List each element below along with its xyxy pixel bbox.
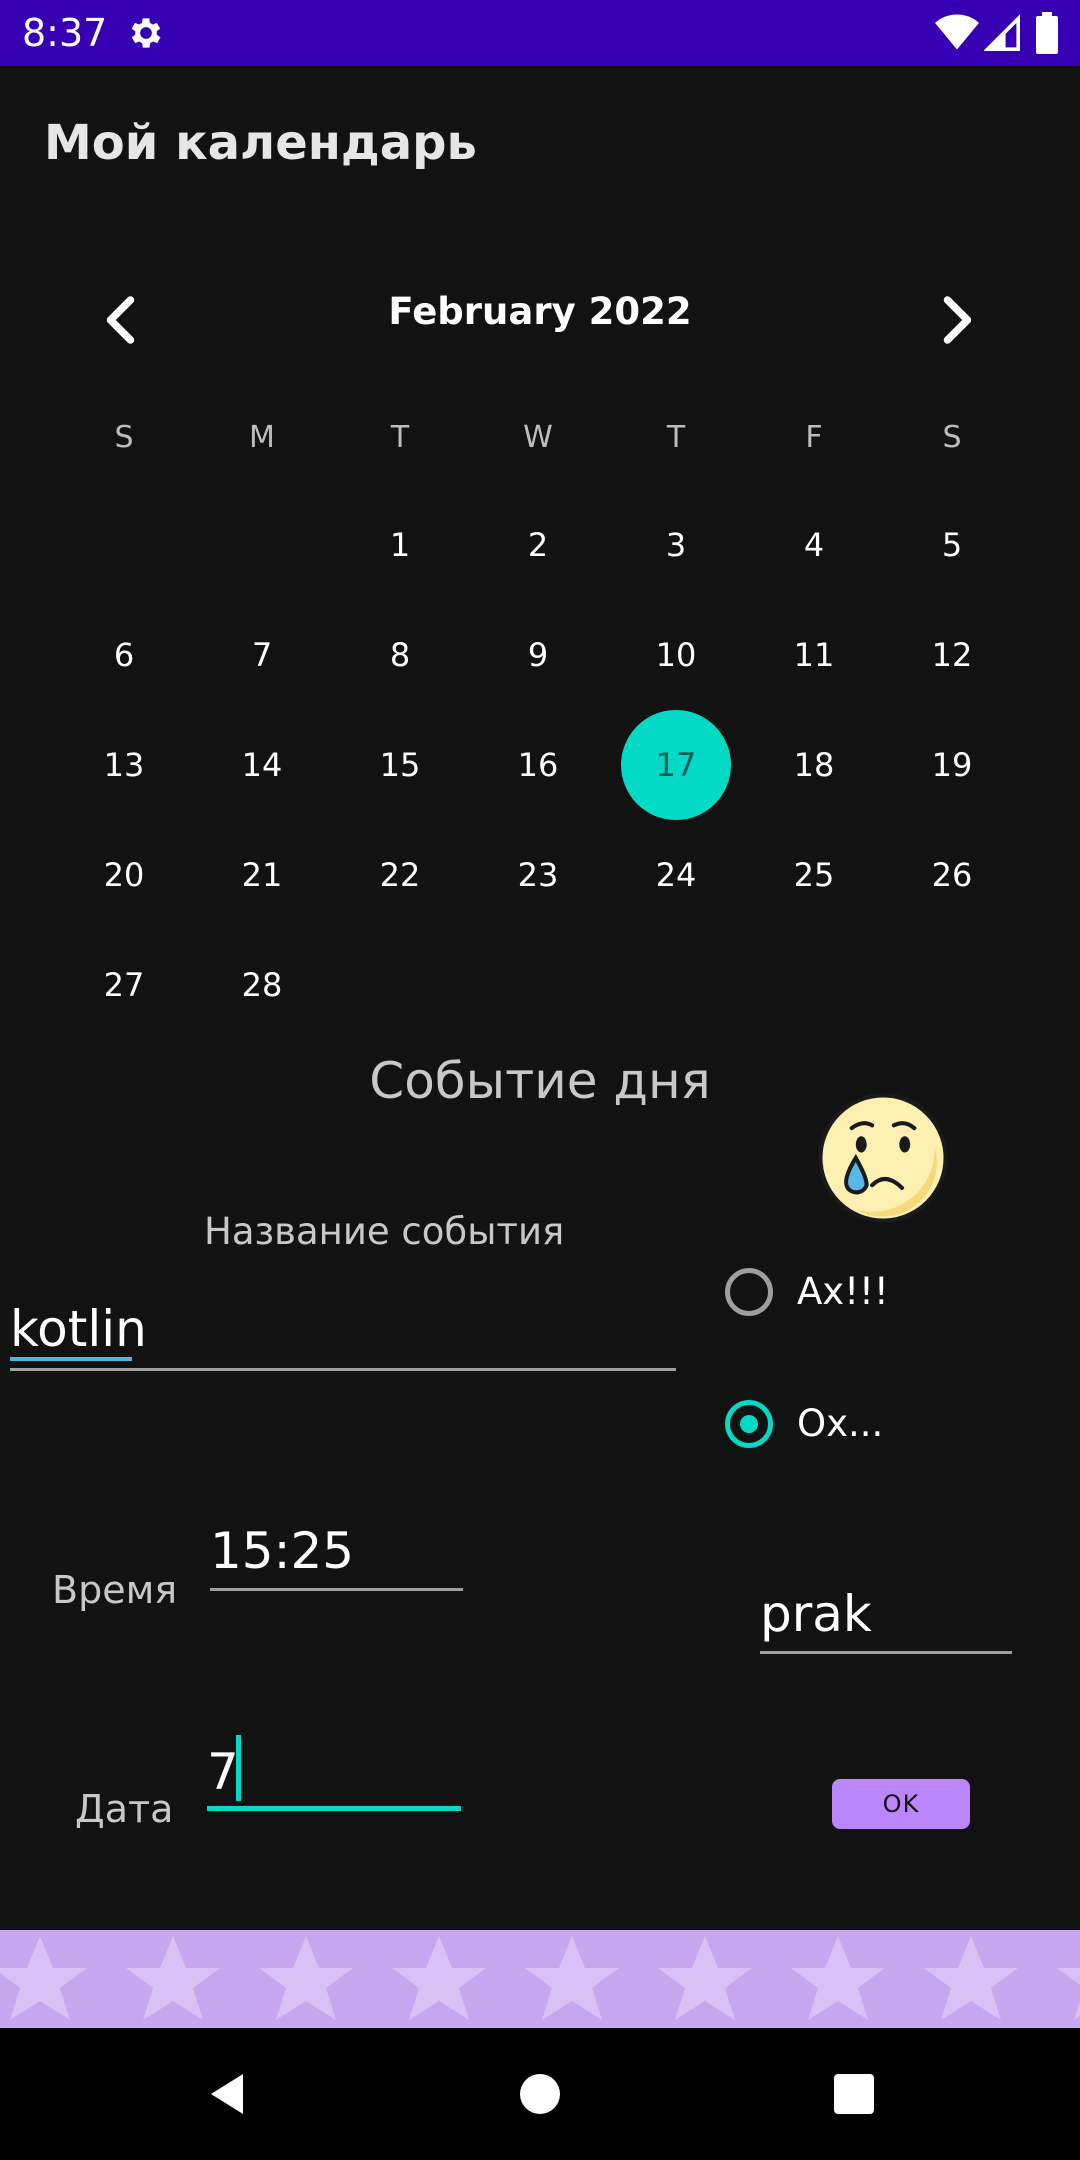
gear-icon xyxy=(131,18,161,48)
radio-button-oh[interactable] xyxy=(725,1400,773,1448)
calendar-day-selected[interactable]: 17 xyxy=(621,710,731,820)
time-label: Время xyxy=(52,1568,178,1612)
text-cursor xyxy=(236,1735,241,1801)
recent-apps-icon[interactable] xyxy=(830,2070,878,2118)
calendar-day[interactable]: 12 xyxy=(897,600,1007,710)
calendar-day[interactable]: 3 xyxy=(621,490,731,600)
star-pattern-icon xyxy=(0,1936,1080,2020)
weekday-label: W xyxy=(523,420,553,455)
weekday-label: S xyxy=(114,420,134,455)
signal-icon xyxy=(984,14,1020,51)
extra-underline xyxy=(760,1651,1012,1654)
calendar-day[interactable]: 21 xyxy=(207,820,317,930)
calendar-day[interactable]: 28 xyxy=(207,930,317,1040)
chevron-right-icon[interactable] xyxy=(925,290,985,350)
calendar-day[interactable]: 2 xyxy=(483,490,593,600)
calendar-day[interactable]: 4 xyxy=(759,490,869,600)
event-name-underline xyxy=(10,1368,676,1371)
weekday-label: F xyxy=(805,420,823,455)
calendar-day[interactable]: 22 xyxy=(345,820,455,930)
calendar-day[interactable]: 14 xyxy=(207,710,317,820)
time-input[interactable]: 15:25 xyxy=(210,1522,354,1580)
calendar-day[interactable]: 19 xyxy=(897,710,1007,820)
status-bar: 8:37 xyxy=(0,0,1080,66)
calendar-day[interactable]: 18 xyxy=(759,710,869,820)
calendar-day[interactable]: 24 xyxy=(621,820,731,930)
date-input[interactable]: 7 xyxy=(207,1743,239,1801)
radio-label-oh: Ох... xyxy=(797,1402,884,1445)
battery-icon xyxy=(1036,12,1058,54)
weekday-label: T xyxy=(390,420,410,455)
calendar-day[interactable]: 9 xyxy=(483,600,593,710)
calendar-day[interactable]: 25 xyxy=(759,820,869,930)
ok-button[interactable]: OK xyxy=(832,1779,970,1829)
status-time: 8:37 xyxy=(22,11,108,55)
crying-face-icon[interactable] xyxy=(815,1090,951,1226)
calendar-day[interactable]: 11 xyxy=(759,600,869,710)
wifi-icon xyxy=(935,14,979,50)
weekday-label: T xyxy=(666,420,686,455)
app-title: Мой календарь xyxy=(44,115,477,171)
calendar-day[interactable]: 8 xyxy=(345,600,455,710)
calendar-day[interactable]: 16 xyxy=(483,710,593,820)
date-label: Дата xyxy=(75,1787,174,1831)
calendar-day[interactable]: 7 xyxy=(207,600,317,710)
back-icon[interactable] xyxy=(205,2070,253,2118)
radio-button-ah[interactable] xyxy=(725,1268,773,1316)
spellcheck-underline xyxy=(10,1357,132,1361)
weekday-label: M xyxy=(249,420,275,455)
calendar-day[interactable]: 5 xyxy=(897,490,1007,600)
event-name-input[interactable]: kotlin xyxy=(10,1300,147,1358)
calendar-day[interactable]: 27 xyxy=(69,930,179,1040)
calendar-day[interactable]: 13 xyxy=(69,710,179,820)
calendar-day[interactable]: 10 xyxy=(621,600,731,710)
calendar-day[interactable]: 26 xyxy=(897,820,1007,930)
home-icon[interactable] xyxy=(516,2070,564,2118)
time-underline xyxy=(210,1588,463,1591)
calendar-day[interactable]: 1 xyxy=(345,490,455,600)
weekday-label: S xyxy=(942,420,962,455)
month-label: February 2022 xyxy=(388,290,692,333)
calendar-day[interactable]: 6 xyxy=(69,600,179,710)
extra-input[interactable]: prak xyxy=(760,1585,872,1643)
radio-label-ah: Ах!!! xyxy=(797,1270,889,1313)
calendar-day[interactable]: 23 xyxy=(483,820,593,930)
calendar-day[interactable]: 20 xyxy=(69,820,179,930)
date-underline-focused xyxy=(207,1806,461,1811)
stars-banner xyxy=(0,1930,1080,2028)
calendar-day[interactable]: 15 xyxy=(345,710,455,820)
event-name-label: Название события xyxy=(204,1210,565,1253)
